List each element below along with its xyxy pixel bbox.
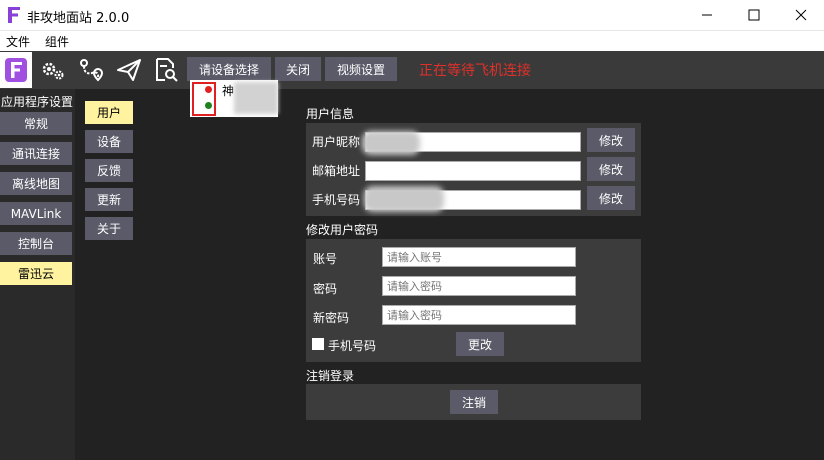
edit-phone-button[interactable]: 修改 <box>587 186 635 210</box>
app-logo-icon <box>5 58 27 82</box>
sidebar-item-mavlink[interactable]: MAVLink <box>0 202 72 225</box>
redacted-phone <box>364 186 444 212</box>
send-plane-button[interactable] <box>114 55 144 85</box>
menu-components[interactable]: 组件 <box>45 33 69 50</box>
minimize-button[interactable] <box>684 0 730 30</box>
nickname-label: 用户昵称 <box>312 135 361 149</box>
tab-update[interactable]: 更新 <box>85 188 133 211</box>
phone-checkbox[interactable] <box>312 338 324 350</box>
connection-status: 正在等待飞机连接 <box>419 63 531 79</box>
title-bar: 非攻地面站 2.0.0 <box>0 0 824 30</box>
toolbar: 请设备选择 关闭 视频设置 正在等待飞机连接 <box>0 51 824 89</box>
maximize-icon <box>748 9 760 21</box>
log-search-icon <box>156 58 178 82</box>
menu-file[interactable]: 文件 <box>6 33 30 50</box>
edit-nickname-button[interactable]: 修改 <box>587 128 635 152</box>
account-input[interactable] <box>382 247 576 267</box>
settings-gears-button[interactable] <box>38 55 68 85</box>
user-info-title: 用户信息 <box>306 107 355 121</box>
close-connection-button[interactable]: 关闭 <box>275 57 321 81</box>
settings-sidebar: 应用程序设置 常规 通讯连接 离线地图 MAVLink 控制台 雷迅云 <box>0 89 75 460</box>
home-logo-button[interactable] <box>0 52 32 88</box>
menu-bar: 文件 组件 <box>0 30 824 51</box>
app-logo-icon <box>8 7 20 23</box>
settings-gears-icon <box>42 62 64 80</box>
sidebar-item-general[interactable]: 常规 <box>0 112 72 135</box>
redacted-device-name <box>234 82 278 114</box>
route-plan-icon <box>80 59 104 82</box>
phone-label: 手机号码 <box>312 193 361 207</box>
device-select-button[interactable]: 请设备选择 <box>187 57 271 81</box>
sidebar-item-cloud[interactable]: 雷迅云 <box>0 262 72 285</box>
maximize-button[interactable] <box>731 0 777 30</box>
log-search-button[interactable] <box>151 55 181 85</box>
new-password-input[interactable] <box>382 305 576 325</box>
sidebar-item-console[interactable]: 控制台 <box>0 232 72 255</box>
device-option-label: 神 <box>222 84 235 98</box>
sidebar-title: 应用程序设置 <box>1 95 74 109</box>
send-plane-icon <box>117 59 141 81</box>
sidebar-item-comm-link[interactable]: 通讯连接 <box>0 142 72 165</box>
account-label: 账号 <box>313 252 338 266</box>
logout-button[interactable]: 注销 <box>450 390 498 414</box>
tab-about[interactable]: 关于 <box>85 217 133 240</box>
close-icon <box>795 9 807 21</box>
logout-title: 注销登录 <box>306 369 355 383</box>
change-password-title: 修改用户密码 <box>306 223 379 237</box>
tab-feedback[interactable]: 反馈 <box>85 159 133 182</box>
video-settings-button[interactable]: 视频设置 <box>325 57 397 81</box>
password-input[interactable] <box>382 276 576 296</box>
change-password-button[interactable]: 更改 <box>456 332 504 356</box>
tab-user[interactable]: 用户 <box>85 101 133 124</box>
close-window-button[interactable] <box>778 0 824 30</box>
sidebar-item-offline-map[interactable]: 离线地图 <box>0 172 72 195</box>
password-label: 密码 <box>313 282 338 296</box>
new-password-label: 新密码 <box>313 311 350 325</box>
phone-checkbox-label: 手机号码 <box>328 339 377 353</box>
route-plan-button[interactable] <box>77 55 107 85</box>
edit-email-button[interactable]: 修改 <box>587 157 635 181</box>
tab-device[interactable]: 设备 <box>85 130 133 153</box>
redacted-nickname <box>362 131 420 155</box>
minimize-icon <box>702 14 712 16</box>
highlight-box <box>192 82 216 116</box>
email-label: 邮箱地址 <box>312 164 361 178</box>
email-field[interactable] <box>365 161 581 181</box>
window-title: 非攻地面站 2.0.0 <box>27 11 130 26</box>
